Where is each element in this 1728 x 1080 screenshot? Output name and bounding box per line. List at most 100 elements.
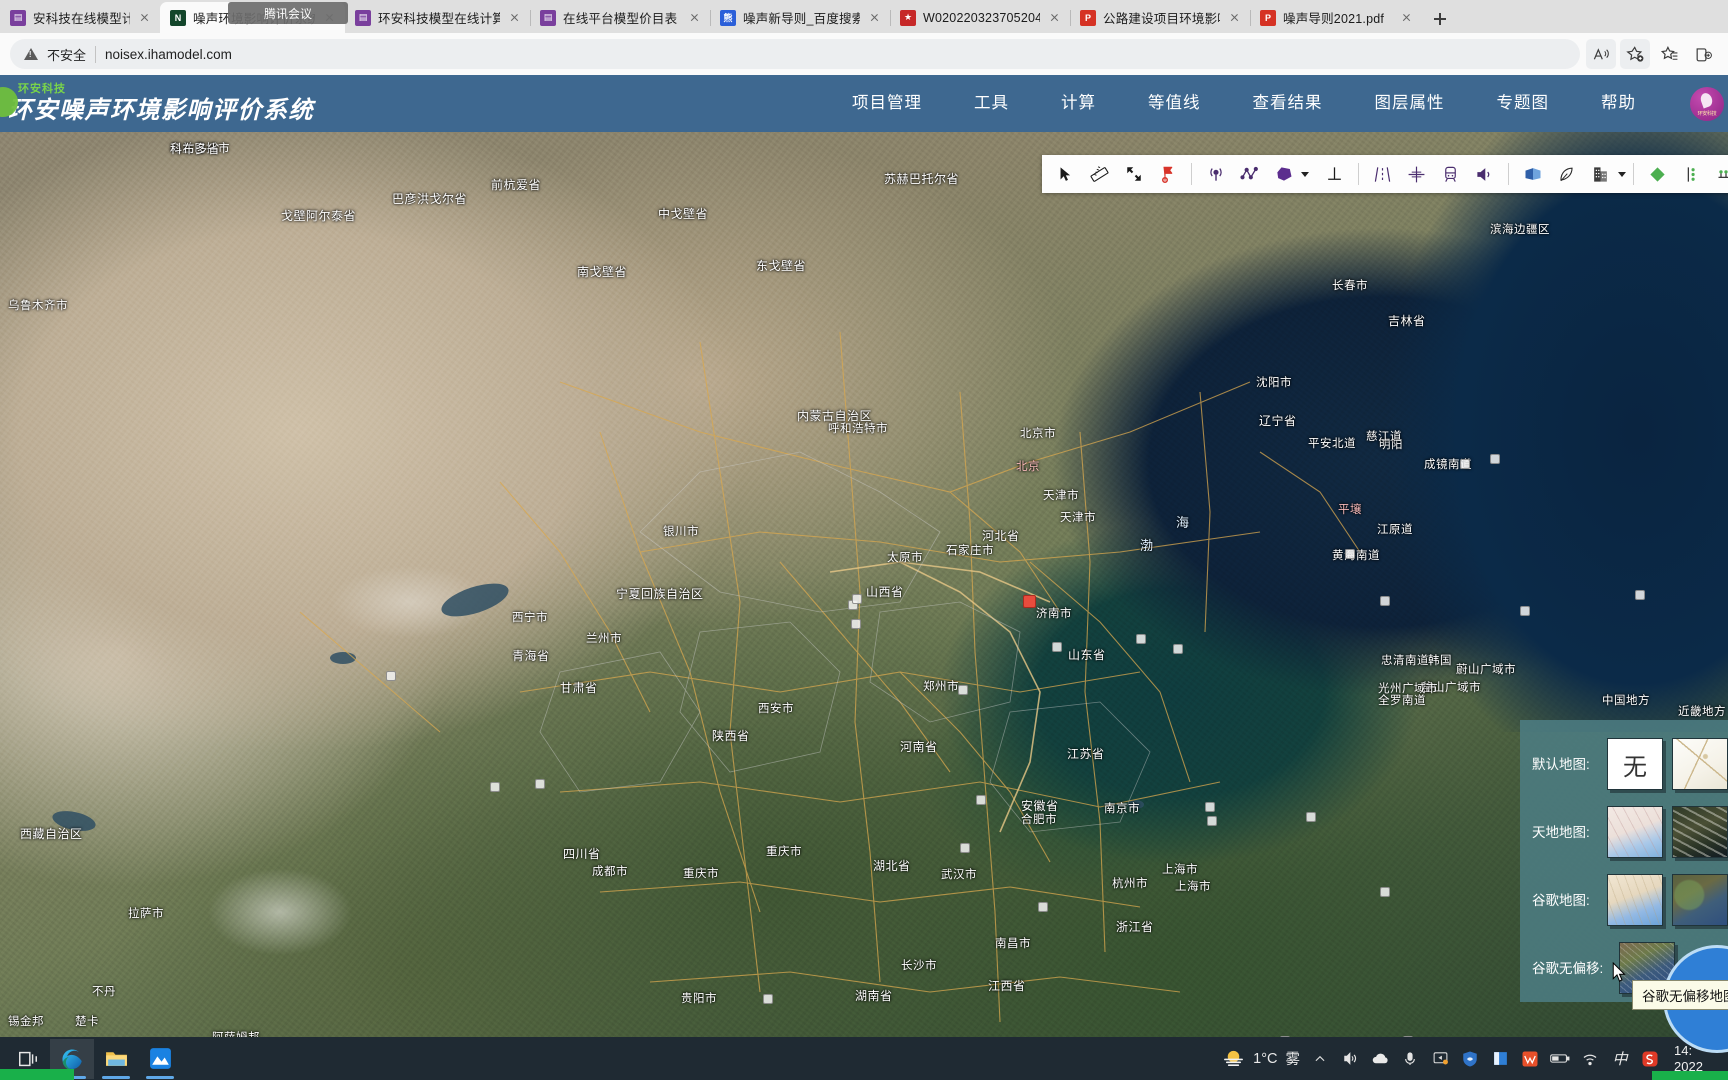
kingsoft-shield-icon[interactable] [1460, 1049, 1480, 1069]
chevron-down-icon[interactable] [1301, 171, 1309, 177]
close-icon[interactable] [137, 10, 152, 25]
browser-tab[interactable]: 熊噪声新导则_百度搜索 [710, 2, 890, 33]
address-bar[interactable]: 不安全 noisex.ihamodel.com [10, 39, 1580, 69]
nav-item-7[interactable]: 帮助 [1575, 75, 1662, 132]
nav-item-1[interactable]: 工具 [948, 75, 1035, 132]
ime-chinese-icon[interactable]: 中 [1610, 1049, 1630, 1069]
close-icon[interactable] [1227, 10, 1242, 25]
weather-widget[interactable]: 1°C 雾 [1222, 1047, 1300, 1070]
poi-marker[interactable] [1306, 812, 1316, 822]
pdf-reader-icon[interactable] [1490, 1049, 1510, 1069]
chevron-up-icon[interactable] [1310, 1049, 1330, 1069]
poi-marker-capital[interactable] [1023, 595, 1036, 608]
wps-icon[interactable] [1520, 1049, 1540, 1069]
favorites-icon[interactable] [1654, 39, 1684, 69]
new-tab-button[interactable] [1426, 5, 1454, 33]
poi-marker[interactable] [490, 782, 500, 792]
railway-icon[interactable] [1434, 158, 1467, 190]
map-canvas[interactable]: 北京市 北京 天津市 天津市 河北省 石家庄市渤海太原市 山西省 济南市 山东省 郑州市 河南省 西安… [0, 132, 1728, 1037]
browser-tab[interactable]: P 噪声导则2021.pdf [1250, 2, 1422, 33]
green-belt-icon[interactable] [1550, 158, 1583, 190]
wifi-icon[interactable] [1580, 1049, 1600, 1069]
browser-tab[interactable]: ★ W020220323705204679200 [890, 2, 1070, 33]
poi-marker[interactable] [1490, 454, 1500, 464]
screen-capture-icon[interactable] [1430, 1049, 1450, 1069]
browser-tab[interactable]: P 公路建设项目环境影响评价 [1070, 2, 1250, 33]
poi-marker[interactable] [535, 779, 545, 789]
sensitive-point-icon[interactable] [1675, 158, 1708, 190]
poi-marker[interactable] [1635, 590, 1645, 600]
avatar[interactable]: 环安科技 [1690, 86, 1724, 121]
area-source-group[interactable] [1267, 158, 1309, 190]
building-icon[interactable] [1584, 158, 1617, 190]
volume-icon[interactable] [1340, 1049, 1360, 1069]
basemap-thumb-none[interactable]: 无 [1607, 738, 1663, 790]
nav-item-4[interactable]: 查看结果 [1227, 75, 1349, 132]
poi-marker[interactable] [976, 795, 986, 805]
close-icon[interactable] [687, 10, 702, 25]
poi-marker[interactable] [1136, 634, 1146, 644]
basemap-thumb-google-image[interactable] [1672, 874, 1728, 926]
basemap-thumb-google-vector[interactable] [1607, 874, 1663, 926]
poi-marker[interactable] [1380, 596, 1390, 606]
close-icon[interactable] [1399, 10, 1414, 25]
nav-item-2[interactable]: 计算 [1035, 75, 1122, 132]
poi-marker[interactable] [1460, 459, 1470, 469]
close-icon[interactable] [1047, 10, 1062, 25]
select-cursor-icon[interactable] [1049, 158, 1082, 190]
poi-marker[interactable] [386, 671, 396, 681]
browser-tab[interactable]: ▤ 在线平台模型价目表 - 环安 [530, 2, 710, 33]
browser-tab[interactable]: ▤ 安科技在线模型计算平台 [0, 2, 160, 33]
nav-item-5[interactable]: 图层属性 [1349, 75, 1471, 132]
poi-marker[interactable] [852, 594, 862, 604]
poi-marker[interactable] [1380, 887, 1390, 897]
baidu-icon: 熊 [720, 9, 736, 26]
chevron-down-icon[interactable] [1618, 171, 1626, 177]
collections-icon[interactable] [1688, 39, 1718, 69]
vertical-source-icon[interactable] [1318, 158, 1351, 190]
onedrive-icon[interactable] [1370, 1049, 1390, 1069]
poi-marker[interactable] [1520, 606, 1530, 616]
read-aloud-icon[interactable] [1586, 39, 1616, 69]
poi-marker[interactable] [1038, 902, 1048, 912]
poi-marker[interactable] [763, 994, 773, 1004]
fullscreen-icon[interactable] [1117, 158, 1150, 190]
basemap-thumb-tianditu-image[interactable] [1672, 806, 1728, 858]
poi-marker[interactable] [958, 685, 968, 695]
grid-points-icon[interactable] [1709, 158, 1728, 190]
poi-marker[interactable] [1052, 642, 1062, 652]
poi-marker[interactable] [1345, 549, 1355, 559]
close-icon[interactable] [867, 10, 882, 25]
ruler-measure-icon[interactable] [1083, 158, 1116, 190]
poi-marker[interactable] [1173, 644, 1183, 654]
line-source-icon[interactable] [1233, 158, 1266, 190]
point-source-icon[interactable] [1199, 158, 1232, 190]
photos-icon[interactable] [138, 1039, 182, 1079]
area-source-icon[interactable] [1267, 158, 1300, 190]
building-group[interactable] [1584, 158, 1626, 190]
red-marker-icon[interactable] [1151, 158, 1184, 190]
green-diamond-icon[interactable] [1641, 158, 1674, 190]
map-label: 贵阳市 [681, 993, 717, 1005]
nav-item-0[interactable]: 项目管理 [826, 75, 948, 132]
screen-barrier-icon[interactable] [1516, 158, 1549, 190]
speaker-icon[interactable] [1468, 158, 1501, 190]
nav-item-6[interactable]: 专题图 [1471, 75, 1576, 132]
sogou-icon[interactable] [1640, 1049, 1660, 1069]
microphone-icon[interactable] [1400, 1049, 1420, 1069]
poi-marker[interactable] [1207, 816, 1217, 826]
poi-marker[interactable] [1205, 802, 1215, 812]
battery-icon[interactable] [1550, 1049, 1570, 1069]
crossroad-icon[interactable] [1400, 158, 1433, 190]
poi-marker[interactable] [851, 619, 861, 629]
add-favorite-icon[interactable] [1620, 39, 1650, 69]
road-icon[interactable] [1366, 158, 1399, 190]
basemap-thumb-outline[interactable] [1672, 738, 1728, 790]
browser-tab[interactable]: ▤ 环安科技模型在线计算平台 [345, 2, 530, 33]
basemap-thumb-tianditu-vector[interactable] [1607, 806, 1663, 858]
file-explorer-icon[interactable] [94, 1039, 138, 1079]
poi-marker[interactable] [960, 843, 970, 853]
map-label: 长春市 [1332, 280, 1368, 292]
nav-item-3[interactable]: 等值线 [1122, 75, 1227, 132]
close-icon[interactable] [507, 10, 522, 25]
